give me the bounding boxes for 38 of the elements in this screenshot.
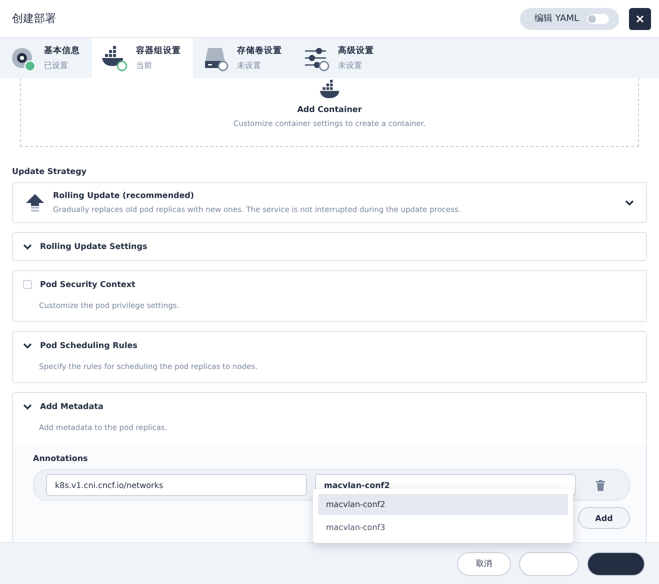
yaml-toggle[interactable]: 编辑 YAML <box>520 8 619 30</box>
step-status: 当前 <box>136 60 153 71</box>
section-label: Update Strategy <box>12 167 88 176</box>
chevron-icon[interactable] <box>625 200 634 206</box>
section-title: Rolling Update Settings <box>40 242 148 251</box>
step-title: 基本信息 <box>44 45 80 57</box>
section-title: Pod Security Context <box>40 280 136 289</box>
step-title: 高级设置 <box>338 45 374 57</box>
add-container-title: Add Container <box>297 105 362 114</box>
chevron-icon[interactable] <box>23 244 32 250</box>
step-tab[interactable]: 高级设置 未设置 <box>294 38 386 78</box>
step-tab[interactable]: 基本信息 已设置 <box>0 38 92 78</box>
annotations-label: Annotations <box>33 454 89 463</box>
dialog-title: 创建部署 <box>12 11 56 26</box>
step-status: 已设置 <box>44 60 69 71</box>
close-icon <box>636 14 644 22</box>
docker-icon <box>100 44 128 72</box>
section-title: Add Metadata <box>40 402 104 411</box>
step-status: 未设置 <box>237 60 262 71</box>
strategy-title: Rolling Update (recommended) <box>53 191 196 200</box>
add-button[interactable]: Add <box>578 507 630 529</box>
step-tab[interactable]: 存储卷设置 未设置 <box>193 38 294 78</box>
step-status: 未设置 <box>338 60 363 71</box>
dropdown-option[interactable]: macvlan-conf3 <box>318 517 568 538</box>
section-title: Pod Scheduling Rules <box>40 341 138 350</box>
close-button[interactable] <box>629 8 651 30</box>
step-title: 存储卷设置 <box>237 45 282 57</box>
chevron-icon[interactable] <box>23 404 32 410</box>
chevron-icon[interactable] <box>23 342 32 348</box>
upload-icon <box>25 192 45 212</box>
step-title: 容器组设置 <box>136 45 181 57</box>
dropdown-option[interactable]: macvlan-conf2 <box>318 494 568 515</box>
checkbox[interactable] <box>23 280 32 289</box>
next-button[interactable] <box>587 552 645 576</box>
key-field[interactable]: k8s.v1.cni.cncf.io/networks <box>46 474 307 496</box>
cancel-button[interactable]: 取消 <box>457 552 511 576</box>
trash-icon[interactable] <box>596 480 605 490</box>
step-tab[interactable]: 容器组设置 当前 <box>92 38 193 78</box>
